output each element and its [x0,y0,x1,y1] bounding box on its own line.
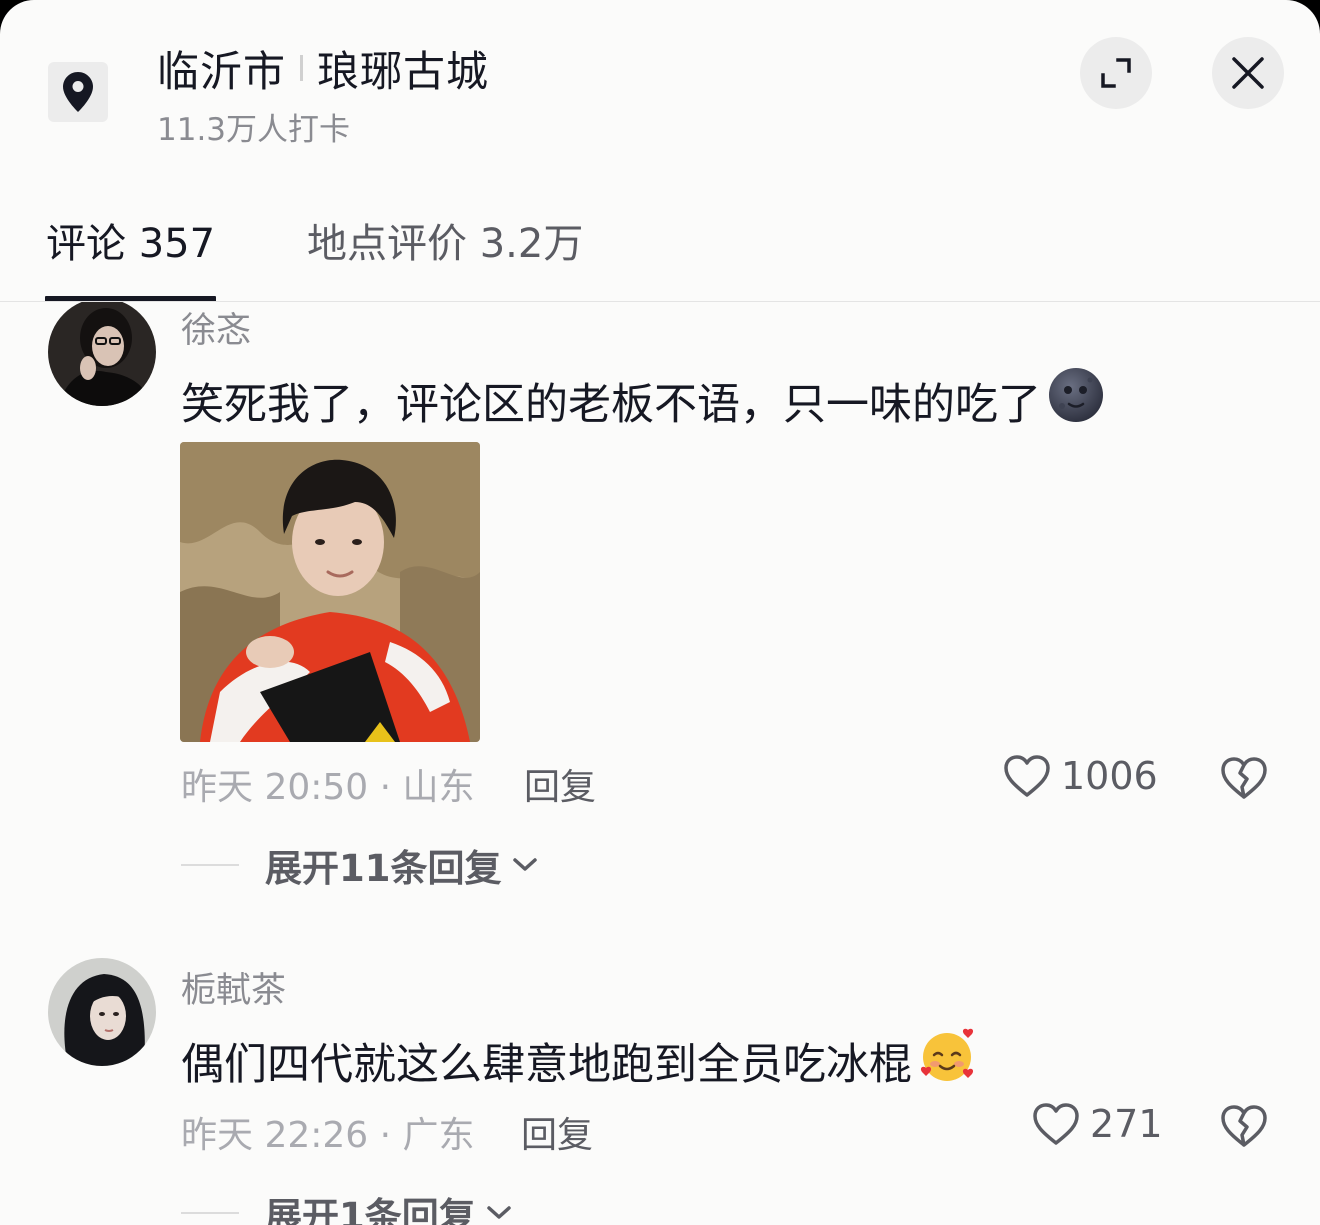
tab-place-reviews[interactable]: 地点评价 3.2万 [307,216,583,272]
expand-divider [181,864,239,866]
comment-text: 笑死我了，评论区的老板不语，只一味的吃了 [181,366,1105,435]
comment-body: 偶们四代就这么肆意地跑到全员吃冰棍 [181,1039,912,1090]
heart-icon [1004,755,1050,797]
location-title[interactable]: 临沂市 琅琊古城 [157,40,489,96]
smiling-face-with-hearts-icon [918,1026,976,1095]
comment-username[interactable]: 栀軾茶 [181,962,286,1013]
comment-body: 笑死我了，评论区的老板不语，只一味的吃了 [181,379,1041,430]
comment-text: 偶们四代就这么肆意地跑到全员吃冰棍 [181,1026,976,1095]
dislike-button[interactable] [1220,1104,1268,1152]
close-button[interactable] [1212,37,1284,109]
comment-list[interactable]: 徐忞 笑死我了，评论区的老板不语，只一味的吃了 昨天 20:50 · 山东 回复… [0,302,1320,1225]
expand-divider [181,1212,239,1214]
map-pin-icon [63,72,93,112]
new-moon-face-icon [1047,366,1105,435]
heart-icon [1033,1103,1079,1145]
expand-replies-button[interactable]: 展开11条回复 [181,838,538,892]
expand-button[interactable] [1080,37,1152,109]
chevron-down-icon [512,858,537,871]
comment-time-location: 昨天 20:50 · 山东 [181,767,475,808]
reply-button[interactable]: 回复 [521,1106,593,1158]
title-separator [300,55,304,81]
close-icon [1232,57,1264,89]
location-badge[interactable] [48,62,108,122]
place-name: 琅琊古城 [317,46,490,96]
tab-comments[interactable]: 评论 357 [46,216,215,272]
city-name: 临沂市 [157,46,287,96]
checkin-count: 11.3万人打卡 [157,112,351,148]
reply-button[interactable]: 回复 [524,758,596,810]
broken-heart-icon [1221,1105,1267,1147]
comment-image[interactable] [180,442,480,742]
expand-replies-label: 展开1条回复 [265,1195,476,1225]
expand-icon [1101,58,1131,88]
chevron-down-icon [487,1206,511,1219]
broken-heart-icon [1221,757,1267,799]
avatar[interactable] [48,302,156,406]
expand-replies-label: 展开11条回复 [265,847,502,890]
comment-time-location: 昨天 22:26 · 广东 [181,1115,475,1156]
like-count: 271 [1090,1102,1163,1146]
avatar[interactable] [48,958,156,1066]
like-button[interactable]: 1006 [1003,754,1158,798]
expand-replies-button[interactable]: 展开1条回复 [181,1186,512,1225]
comment-username[interactable]: 徐忞 [181,302,251,353]
like-count: 1006 [1061,754,1158,798]
like-button[interactable]: 271 [1032,1102,1163,1146]
dislike-button[interactable] [1220,756,1268,804]
comments-sheet: 临沂市 琅琊古城 11.3万人打卡 评论 357 地点评价 3.2万 徐忞 笑死… [0,0,1320,1225]
